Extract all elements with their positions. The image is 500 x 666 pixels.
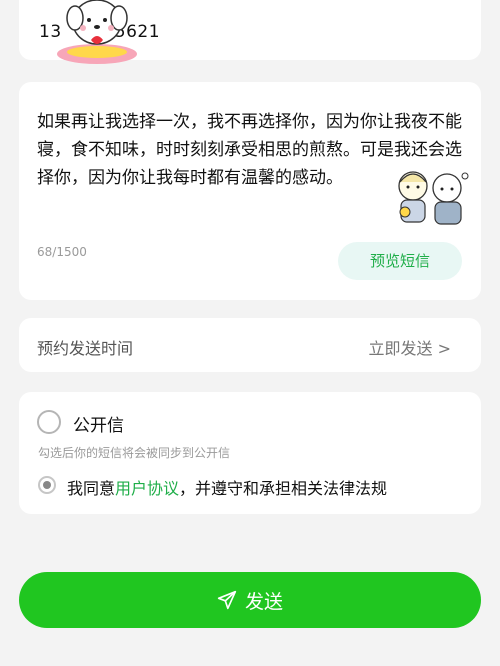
public-letter-radio[interactable]	[37, 410, 61, 434]
public-letter-label: 公开信	[73, 416, 124, 436]
agreement-suffix: ，并遵守和承担相关法律法规	[179, 479, 388, 498]
agreement-text: 我同意用户协议，并遵守和承担相关法律法规	[67, 475, 387, 499]
send-label: 发送	[244, 590, 283, 613]
paper-plane-icon	[217, 590, 237, 610]
public-letter-hint: 勾选后你的短信将会被同步到公开信	[38, 446, 231, 460]
puppy-sticker-icon	[57, 0, 137, 64]
agreement-prefix: 我同意	[67, 479, 116, 498]
send-button[interactable]: 发送	[19, 572, 481, 628]
user-agreement-link[interactable]: 用户协议	[115, 479, 179, 498]
preview-sms-button[interactable]: 预览短信	[338, 242, 462, 280]
options-card: 公开信 勾选后你的短信将会被同步到公开信 我同意用户协议，并遵守和承担相关法律法…	[19, 392, 481, 514]
schedule-label: 预约发送时间	[37, 339, 134, 358]
schedule-row[interactable]: 预约发送时间 立即发送 >	[19, 318, 481, 372]
couple-sticker-icon	[398, 171, 469, 225]
send-now-selector[interactable]: 立即发送 >	[369, 335, 452, 359]
message-card: 如果再让我选择一次，我不再选择你，因为你让我夜不能寝，食不知味，时时刻刻承受相思…	[19, 82, 481, 300]
agreement-radio[interactable]	[38, 476, 56, 494]
char-counter: 68/1500	[37, 245, 87, 259]
phone-card: 13 5621	[19, 0, 481, 64]
